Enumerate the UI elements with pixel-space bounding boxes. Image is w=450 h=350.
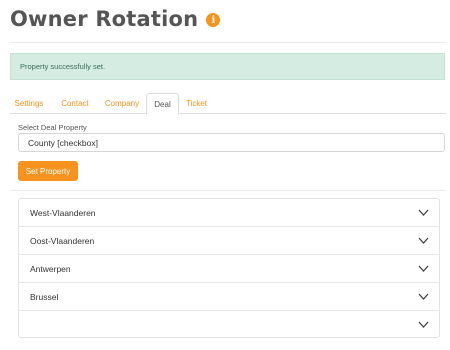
deal-property-select[interactable]: County [checkbox] <box>18 133 445 152</box>
deal-property-value: County [checkbox] <box>28 137 98 148</box>
accordion-item-oost-vlaanderen[interactable]: Oost-Vlaanderen <box>19 227 439 255</box>
success-alert: Property successfully set. <box>10 53 445 80</box>
alert-message: Property successfully set. <box>20 62 106 71</box>
accordion-item-antwerpen[interactable]: Antwerpen <box>19 255 439 283</box>
chevron-down-icon <box>418 237 429 244</box>
accordion-item-label: West-Vlaanderen <box>30 207 96 218</box>
tab-deal[interactable]: Deal <box>146 93 179 115</box>
info-icon[interactable]: i <box>206 13 221 27</box>
deal-property-label: Select Deal Property <box>18 123 87 132</box>
set-property-button[interactable]: Set Property <box>18 161 78 181</box>
page-header: Owner Rotation i <box>10 4 221 34</box>
accordion-item-label: Antwerpen <box>30 263 71 274</box>
chevron-down-icon <box>418 321 429 328</box>
accordion-item-empty[interactable] <box>19 311 439 339</box>
tab-bar: Settings Contact Company Deal Ticket <box>10 93 446 115</box>
tab-contact[interactable]: Contact <box>54 93 96 114</box>
accordion-item-label: Brussel <box>30 291 59 302</box>
tab-company[interactable]: Company <box>100 93 144 114</box>
tab-settings[interactable]: Settings <box>10 93 48 114</box>
accordion-item-label: Oost-Vlaanderen <box>30 235 95 246</box>
chevron-down-icon <box>418 293 429 300</box>
tab-ticket[interactable]: Ticket <box>181 93 212 114</box>
divider <box>10 42 446 43</box>
page-title: Owner Rotation <box>10 7 199 31</box>
accordion-item-brussel[interactable]: Brussel <box>19 283 439 311</box>
accordion-item-west-vlaanderen[interactable]: West-Vlaanderen <box>19 199 439 227</box>
chevron-down-icon <box>418 265 429 272</box>
divider <box>10 190 446 191</box>
chevron-down-icon <box>418 209 429 216</box>
county-accordion: West-Vlaanderen Oost-Vlaanderen Antwerpe… <box>18 198 440 338</box>
